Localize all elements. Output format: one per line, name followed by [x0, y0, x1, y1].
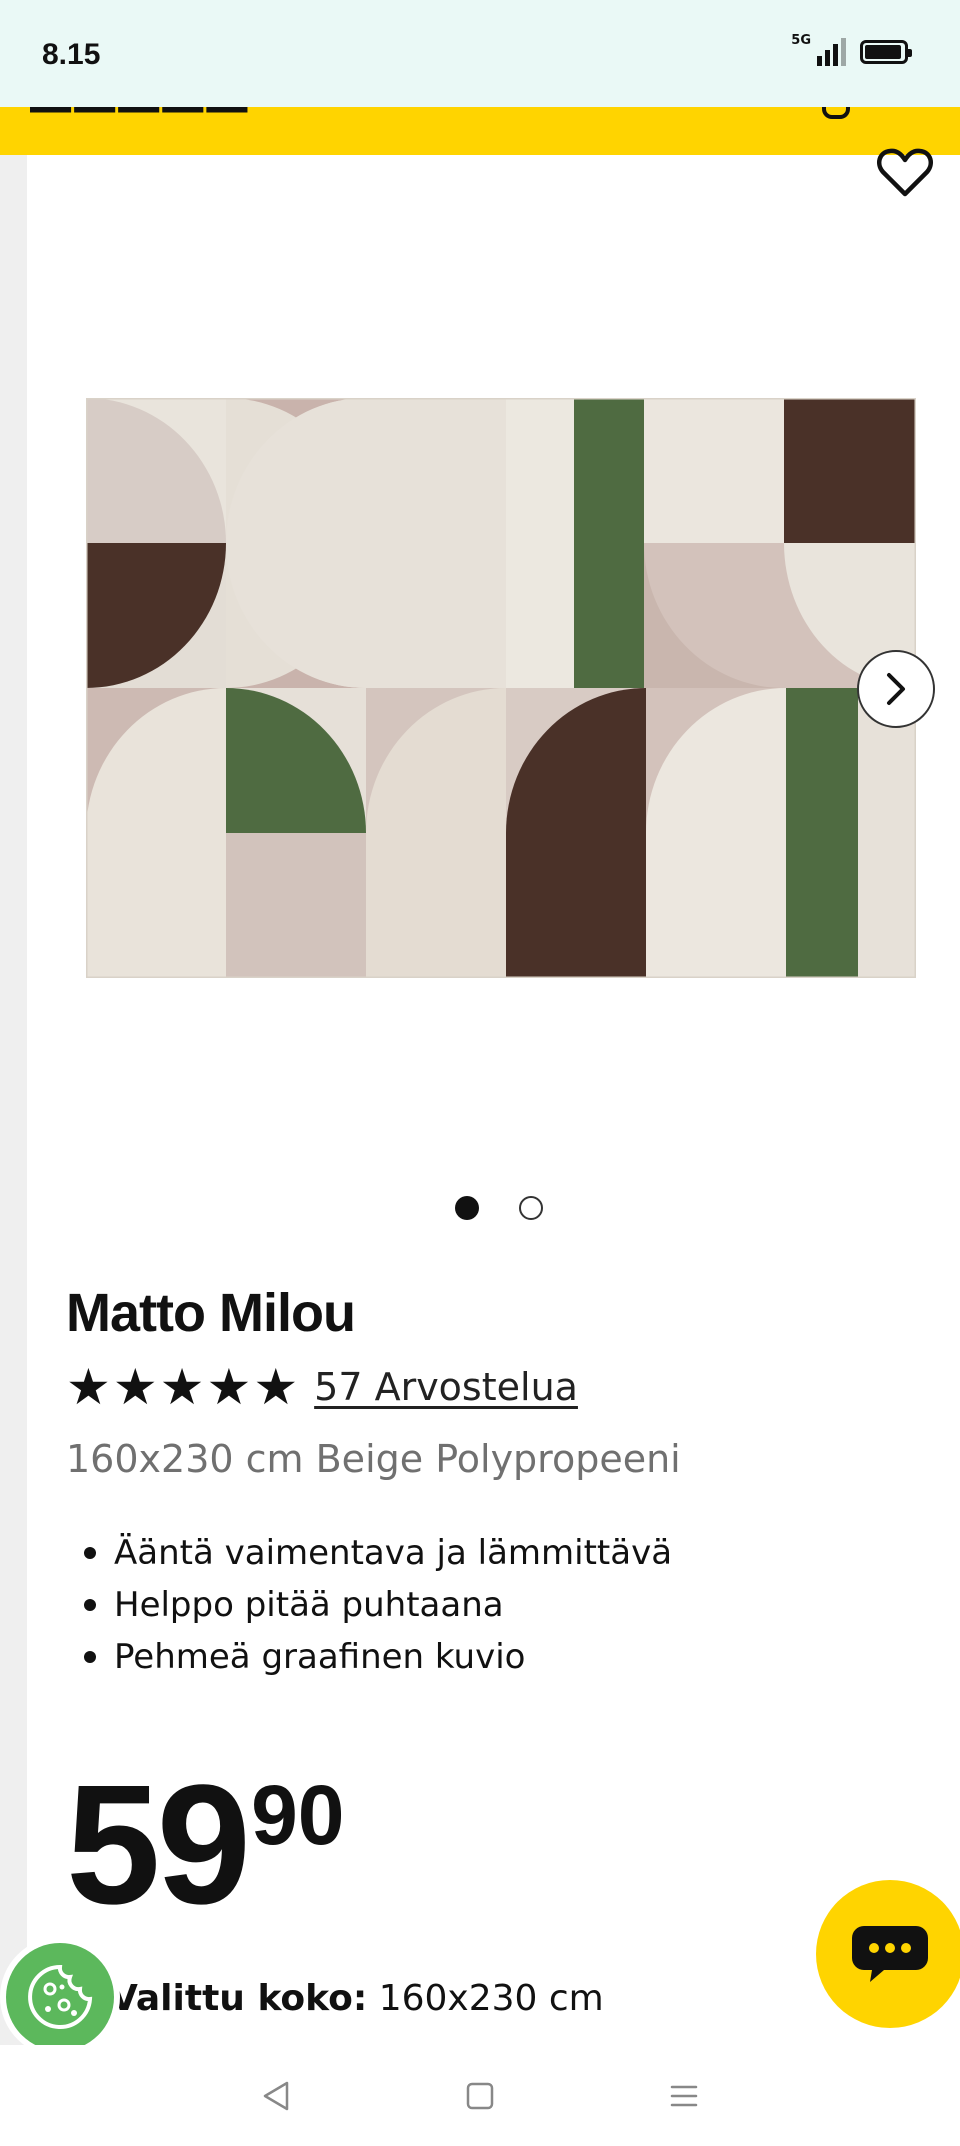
status-bar: 8.15 5G	[0, 0, 960, 107]
rating-row: ★ ★ ★ ★ ★ 57 Arvostelua	[66, 1362, 578, 1412]
selected-size-value: 160x230 cm	[378, 1978, 604, 2019]
square-home-icon[interactable]	[463, 2079, 497, 2113]
star-icon: ★	[206, 1358, 252, 1416]
favorite-button[interactable]	[875, 142, 935, 202]
chat-button[interactable]	[816, 1880, 960, 2028]
price-decimal: 90	[251, 1768, 345, 1862]
status-time: 8.15	[42, 38, 101, 71]
selected-size: Valittu koko: 160x230 cm	[110, 1978, 604, 2019]
product-image[interactable]	[86, 398, 916, 978]
feature-item: Ääntä vaimentava ja lämmittävä	[84, 1527, 672, 1579]
selected-size-label: Valittu koko:	[110, 1978, 368, 2019]
system-nav-bar	[0, 2045, 960, 2146]
feature-item: Pehmeä graafinen kuvio	[84, 1631, 672, 1683]
cookie-settings-button[interactable]	[0, 1937, 120, 2057]
signal-icon	[817, 38, 846, 66]
star-icon: ★	[253, 1358, 299, 1416]
chevron-right-icon	[887, 673, 905, 705]
battery-icon	[860, 40, 912, 64]
cart-icon[interactable]	[822, 107, 850, 119]
product-title: Matto Milou	[66, 1283, 356, 1343]
logo-clipped[interactable]: ▀▀▀▀▀	[30, 107, 250, 144]
hamburger-menu-icon[interactable]	[667, 2079, 701, 2113]
star-icon: ★	[66, 1358, 111, 1416]
reviews-link[interactable]: 57 Arvostelua	[314, 1365, 578, 1409]
feature-item: Helppo pitää puhtaana	[84, 1579, 672, 1631]
cookie-icon	[28, 1964, 93, 2029]
product-subtitle: 160x230 cm Beige Polypropeeni	[66, 1437, 681, 1481]
carousel-next-button[interactable]	[857, 650, 935, 728]
carousel-dots	[455, 1196, 543, 1220]
carousel-dot-2[interactable]	[519, 1196, 543, 1220]
price: 59 90	[66, 1760, 345, 1930]
carousel-dot-1[interactable]	[455, 1196, 479, 1220]
price-integer: 59	[66, 1750, 251, 1940]
status-icons: 5G	[791, 33, 912, 66]
rating-stars: ★ ★ ★ ★ ★	[66, 1362, 298, 1412]
star-icon: ★	[159, 1358, 205, 1416]
triangle-back-icon[interactable]	[259, 2079, 293, 2113]
feature-list: Ääntä vaimentava ja lämmittävä Helppo pi…	[84, 1527, 672, 1683]
left-rail	[0, 155, 27, 2045]
site-header: ▀▀▀▀▀	[0, 107, 960, 155]
network-type: 5G	[791, 32, 811, 48]
heart-outline-icon	[877, 148, 933, 197]
chat-bubble-icon	[852, 1926, 928, 1982]
star-icon: ★	[112, 1358, 158, 1416]
